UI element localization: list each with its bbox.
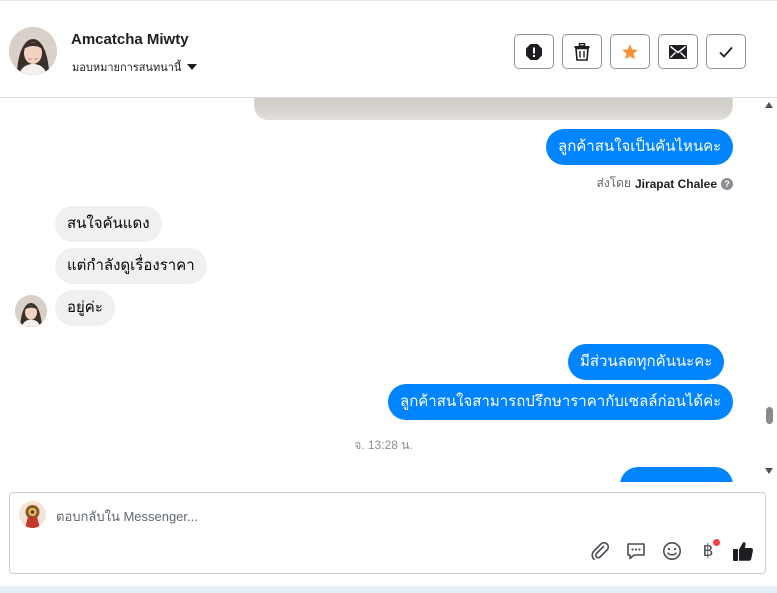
assign-label: มอบหมายการสนทนานี้: [72, 62, 182, 74]
emoji-button[interactable]: [660, 539, 684, 563]
attach-file-button[interactable]: [588, 539, 612, 563]
emoji-icon: [663, 542, 681, 560]
checkmark-icon: [719, 46, 733, 58]
notification-dot: [713, 539, 720, 546]
sent-by-prefix: ส่งโดย: [596, 176, 631, 190]
message-thread[interactable]: ลูกค้าสนใจเป็นคันไหนคะ ส่งโดย Jirapat Ch…: [0, 98, 777, 482]
delete-button[interactable]: [562, 34, 602, 69]
sent-by-caption: ส่งโดย Jirapat Chalee ?: [596, 174, 733, 193]
message-bubble-incoming[interactable]: อยู่ค่ะ: [55, 290, 115, 326]
scroll-up-arrow[interactable]: [765, 102, 773, 108]
baht-icon: ฿: [702, 541, 714, 561]
shared-photo-attachment[interactable]: [254, 98, 733, 120]
contact-name: Amcatcha Miwty: [71, 31, 189, 48]
scrollbar-thumb[interactable]: [766, 407, 773, 424]
bottom-band: [0, 586, 777, 593]
star-button[interactable]: [610, 34, 650, 69]
mark-unread-button[interactable]: [658, 34, 698, 69]
payment-button[interactable]: ฿: [696, 539, 720, 563]
message-bubble-outgoing-partial[interactable]: [620, 467, 733, 482]
contact-avatar-small: [15, 295, 47, 327]
thumbs-up-icon: [733, 542, 753, 561]
caret-down-icon: [187, 64, 198, 70]
report-spam-button[interactable]: [514, 34, 554, 69]
send-like-button[interactable]: [731, 539, 755, 563]
message-timestamp: จ. 13:28 น.: [354, 438, 413, 452]
assign-conversation-dropdown[interactable]: มอบหมายการสนทนานี้: [72, 58, 198, 76]
message-bubble-outgoing[interactable]: มีส่วนลดทุกคันนะคะ: [568, 344, 725, 380]
page-avatar: [19, 501, 46, 528]
thread-scrollbar[interactable]: [762, 98, 777, 482]
saved-reply-icon: [627, 543, 645, 560]
sent-by-name: Jirapat Chalee: [634, 176, 717, 191]
paperclip-icon: [591, 541, 610, 561]
contact-avatar[interactable]: [9, 27, 57, 75]
envelope-icon: [669, 44, 687, 59]
trash-icon: [574, 42, 590, 61]
message-bubble-outgoing[interactable]: ลูกค้าสนใจเป็นคันไหนคะ: [546, 129, 734, 165]
help-icon[interactable]: ?: [721, 177, 733, 190]
mark-done-button[interactable]: [706, 34, 746, 69]
reply-composer: ฿: [9, 492, 766, 574]
exclamation-icon: [526, 43, 542, 60]
scroll-down-arrow[interactable]: [765, 468, 773, 474]
message-bubble-outgoing[interactable]: ลูกค้าสนใจสามารถปรึกษาราคากับเซลล์ก่อนได…: [388, 384, 734, 420]
message-bubble-incoming[interactable]: แต่กำลังดูเรื่องราคา: [55, 248, 207, 284]
reply-input[interactable]: [56, 505, 576, 527]
conversation-header: Amcatcha Miwty มอบหมายการสนทนานี้: [0, 4, 777, 98]
message-bubble-incoming[interactable]: สนใจคันแดง: [55, 206, 162, 242]
saved-replies-button[interactable]: [624, 539, 648, 563]
star-icon: [622, 43, 638, 59]
